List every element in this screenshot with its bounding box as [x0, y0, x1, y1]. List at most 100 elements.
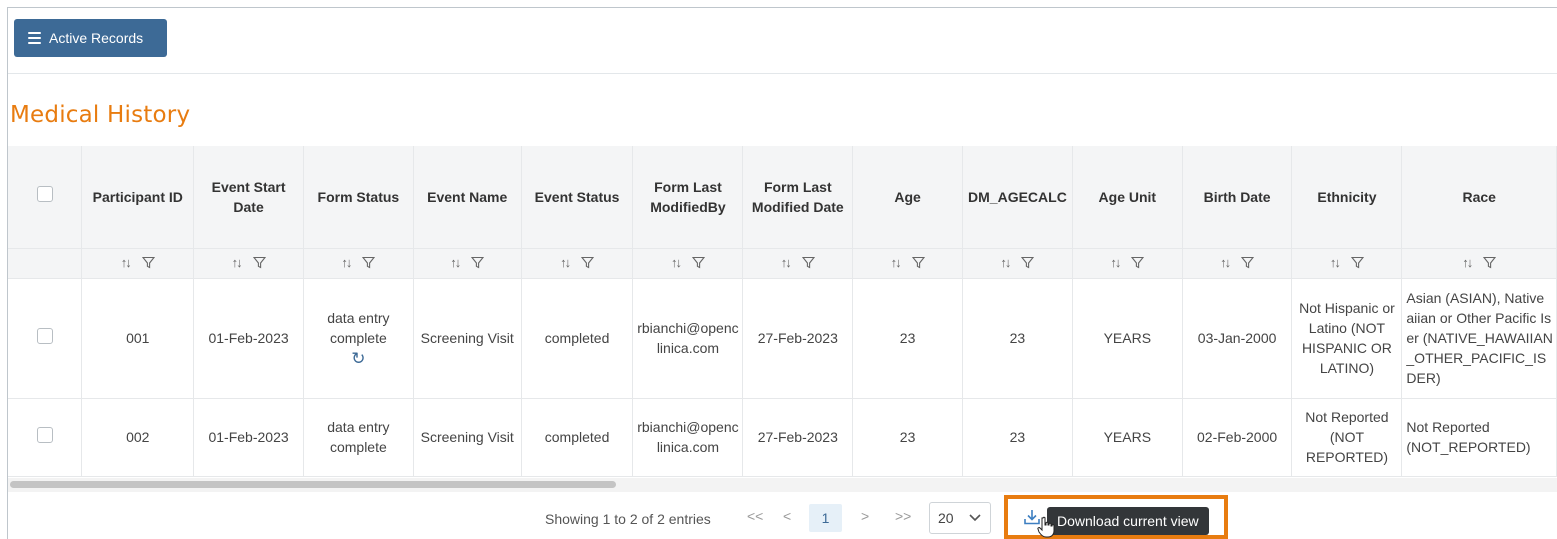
sort-icon[interactable]: ↑↓ [560, 255, 571, 270]
header-ethnicity[interactable]: Ethnicity [1291, 146, 1403, 249]
cell-race: Asian (ASIAN), Native aiian or Other Pac… [1401, 278, 1557, 399]
filter-icon[interactable] [362, 256, 376, 269]
sort-icon[interactable]: ↑↓ [341, 255, 352, 270]
table-row[interactable]: 002 01-Feb-2023 data entry complete Scre… [8, 398, 1557, 477]
last-page-button[interactable]: >> [895, 508, 911, 524]
row-select-cell [8, 278, 83, 399]
filter-icon[interactable] [141, 256, 155, 269]
cell-age: 23 [852, 278, 963, 399]
cell-age: 23 [852, 398, 963, 477]
header-dm-agecalc[interactable]: DM_AGECALC [962, 146, 1073, 249]
sort-icon[interactable]: ↑↓ [121, 255, 132, 270]
header-event-name[interactable]: Event Name [413, 146, 522, 249]
first-page-button[interactable]: << [747, 508, 763, 524]
current-page-button[interactable]: 1 [809, 504, 842, 532]
horizontal-scrollbar[interactable] [8, 478, 1557, 492]
cell-form-last-modified-date: 27-Feb-2023 [742, 278, 854, 399]
tools-cell: ↑↓ [962, 248, 1073, 279]
download-tooltip: Download current view [1047, 507, 1209, 535]
header-participant-id[interactable]: Participant ID [81, 146, 195, 249]
race-line: (NOT_REPORTED) [1406, 439, 1531, 455]
active-records-label: Active Records [49, 30, 144, 46]
filter-icon[interactable] [911, 256, 925, 269]
header-form-status[interactable]: Form Status [303, 146, 414, 249]
header-form-last-modified-by[interactable]: Form Last ModifiedBy [632, 146, 744, 249]
sort-icon[interactable]: ↑↓ [671, 255, 682, 270]
tools-cell: ↑↓ [632, 248, 744, 279]
sort-icon[interactable]: ↑↓ [891, 255, 902, 270]
hand-cursor-icon [1037, 516, 1055, 538]
filter-icon[interactable] [801, 256, 815, 269]
cell-form-last-modified-by: rbianchi@openclinica.com [632, 278, 744, 399]
header-form-last-modified-date[interactable]: Form Last Modified Date [742, 146, 854, 249]
column-tools: ↑↓ [1462, 255, 1497, 270]
sort-icon[interactable]: ↑↓ [1220, 255, 1231, 270]
filter-icon[interactable] [1240, 256, 1255, 269]
sort-icon[interactable]: ↑↓ [450, 255, 461, 270]
tools-cell-empty [8, 248, 83, 279]
filter-icon[interactable] [1350, 256, 1365, 269]
row-select-cell [8, 398, 83, 477]
cell-age-unit: YEARS [1072, 398, 1183, 477]
records-table: Participant ID Event Start Date Form Sta… [8, 146, 1557, 477]
select-all-checkbox[interactable] [36, 186, 53, 203]
tools-row: ↑↓ ↑↓ ↑↓ ↑↓ ↑↓ ↑↓ ↑↓ ↑↓ ↑↓ ↑↓ ↑↓ ↑↓ ↑↓ [8, 248, 1557, 279]
filter-icon[interactable] [252, 256, 266, 269]
sort-icon[interactable]: ↑↓ [1330, 255, 1341, 270]
header-event-status[interactable]: Event Status [521, 146, 634, 249]
page-title: Medical History [10, 102, 191, 128]
table-row[interactable]: 001 01-Feb-2023 data entry complete ↻ Sc… [8, 278, 1557, 399]
column-tools: ↑↓ [891, 255, 925, 270]
prev-page-button[interactable]: < [783, 508, 791, 524]
cell-form-last-modified-date: 27-Feb-2023 [742, 398, 854, 477]
header-birth-date[interactable]: Birth Date [1182, 146, 1293, 249]
scrollbar-thumb[interactable] [10, 481, 616, 488]
tools-cell: ↑↓ [193, 248, 304, 279]
tools-cell: ↑↓ [413, 248, 522, 279]
cell-participant-id[interactable]: 001 [81, 278, 195, 399]
cell-dm-agecalc: 23 [962, 398, 1073, 477]
sort-icon[interactable]: ↑↓ [1462, 255, 1473, 270]
sort-icon[interactable]: ↑↓ [781, 255, 792, 270]
header-age[interactable]: Age [852, 146, 963, 249]
tools-cell: ↑↓ [1072, 248, 1183, 279]
column-tools: ↑↓ [1110, 255, 1145, 270]
sort-icon[interactable]: ↑↓ [1000, 255, 1011, 270]
column-tools: ↑↓ [341, 255, 376, 270]
column-tools: ↑↓ [232, 255, 266, 270]
header-race[interactable]: Race [1401, 146, 1557, 249]
filter-icon[interactable] [1483, 256, 1497, 269]
row-checkbox[interactable] [36, 327, 53, 344]
header-age-unit[interactable]: Age Unit [1072, 146, 1183, 249]
cell-event-status: completed [521, 278, 634, 399]
active-records-button[interactable]: Active Records [14, 19, 167, 57]
filter-icon[interactable] [1021, 256, 1035, 269]
filter-icon[interactable] [691, 256, 706, 269]
header-event-start-date[interactable]: Event Start Date [193, 146, 304, 249]
race-line: _OTHER_PACIFIC_IS [1406, 350, 1547, 366]
cell-event-name: Screening Visit [413, 278, 522, 399]
cell-form-last-modified-by: rbianchi@openclinica.com [632, 398, 744, 477]
row-checkbox[interactable] [36, 426, 53, 443]
select-all-cell [8, 146, 83, 249]
filter-icon[interactable] [471, 256, 485, 269]
tools-cell: ↑↓ [1182, 248, 1293, 279]
sort-icon[interactable]: ↑↓ [1110, 255, 1121, 270]
filter-icon[interactable] [580, 256, 595, 269]
cell-event-start-date: 01-Feb-2023 [193, 278, 304, 399]
cell-participant-id[interactable]: 002 [81, 398, 195, 477]
reopen-icon[interactable]: ↻ [307, 350, 410, 368]
table-footer: Showing 1 to 2 of 2 entries << < 1 > >> … [8, 492, 1557, 539]
sort-icon[interactable]: ↑↓ [232, 255, 243, 270]
tools-cell: ↑↓ [1291, 248, 1403, 279]
tools-cell: ↑↓ [303, 248, 414, 279]
tools-cell: ↑↓ [521, 248, 634, 279]
cell-form-status: data entry complete ↻ [303, 278, 414, 399]
cell-race: Not Reported (NOT_REPORTED) [1401, 398, 1557, 477]
page-size-select[interactable]: 20 [929, 502, 991, 534]
title-row: Medical History [8, 74, 1557, 146]
column-tools: ↑↓ [1330, 255, 1365, 270]
filter-icon[interactable] [1131, 256, 1145, 269]
next-page-button[interactable]: > [861, 508, 869, 524]
tools-cell: ↑↓ [1401, 248, 1557, 279]
